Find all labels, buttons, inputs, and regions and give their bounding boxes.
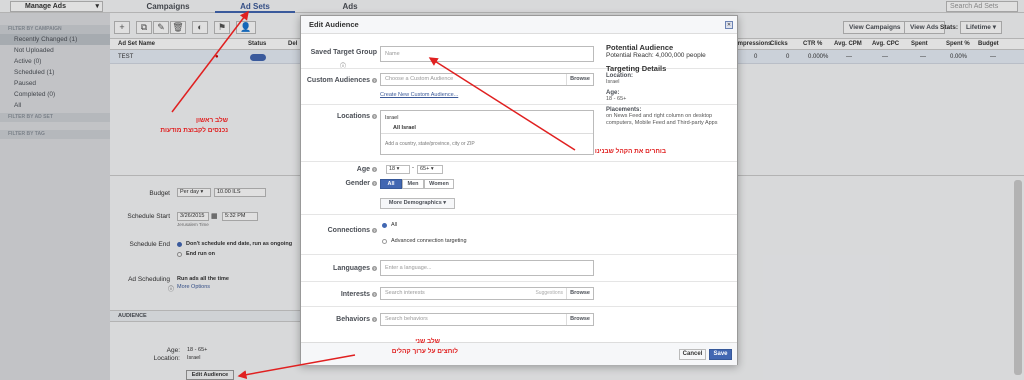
annotation-arrows xyxy=(171,10,576,380)
arrow-to-adsets xyxy=(171,10,249,113)
arrow-to-edit-audience xyxy=(237,354,356,380)
arrow-to-saved-target xyxy=(428,57,576,151)
